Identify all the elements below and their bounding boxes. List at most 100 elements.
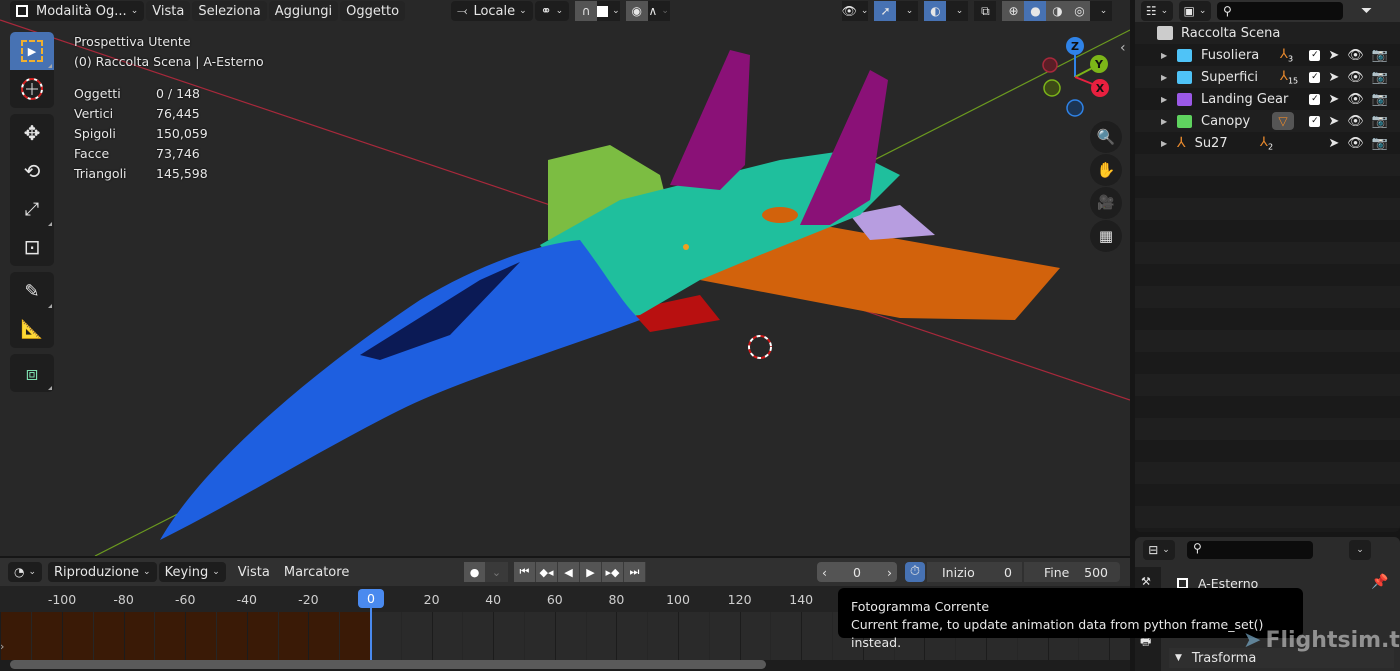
- auto-keying-dropdown[interactable]: ⌄: [486, 562, 508, 582]
- menu-oggetto[interactable]: Oggetto: [340, 1, 406, 21]
- visibility-eye-icon[interactable]: 👁: [1347, 48, 1364, 63]
- ortho-toggle-button[interactable]: ▦: [1090, 220, 1122, 252]
- shading-solid[interactable]: ●: [1024, 1, 1047, 21]
- pin-icon[interactable]: 📌: [1371, 574, 1388, 590]
- display-mode-dropdown[interactable]: ☷ ⌄: [1141, 1, 1173, 21]
- selectable-arrow-icon[interactable]: ➤: [1328, 136, 1339, 151]
- select-box-tool[interactable]: ▶: [10, 32, 54, 70]
- overlays-dropdown[interactable]: ⌄: [946, 1, 969, 21]
- expand-triangle-icon[interactable]: ▶: [1161, 117, 1173, 126]
- exclude-checkbox[interactable]: ✓: [1309, 115, 1321, 127]
- render-camera-icon[interactable]: 📷: [1372, 92, 1388, 107]
- prev-keyframe-button[interactable]: ◆◂: [536, 562, 558, 582]
- snap-toggle[interactable]: ∩: [575, 1, 598, 21]
- menu-vista[interactable]: Vista: [146, 1, 191, 21]
- menu-riproduzione[interactable]: Riproduzione ⌄: [48, 562, 157, 582]
- editor-type-dropdown[interactable]: ⊟ ⌄: [1143, 540, 1175, 560]
- selectable-arrow-icon[interactable]: ➤: [1328, 92, 1339, 107]
- scale-tool[interactable]: ⤢: [10, 190, 54, 228]
- mode-selector[interactable]: Modalità Og... ⌄: [10, 1, 145, 21]
- gizmo-toggle[interactable]: ➚: [874, 1, 897, 21]
- transform-tool[interactable]: ⊡: [10, 228, 54, 266]
- start-frame-field[interactable]: Inizio 0: [927, 562, 1022, 582]
- next-keyframe-button[interactable]: ▸◆: [602, 562, 624, 582]
- visibility-eye-icon[interactable]: 👁: [1347, 114, 1364, 129]
- navigation-gizmo[interactable]: Z Y X: [1030, 30, 1130, 130]
- exclude-checkbox[interactable]: ✓: [1309, 93, 1321, 105]
- falloff-dropdown[interactable]: ∧ ⌄: [647, 1, 670, 21]
- menu-vista-timeline[interactable]: Vista: [232, 562, 276, 582]
- selectable-arrow-icon[interactable]: ➤: [1328, 70, 1339, 85]
- visibility-dropdown[interactable]: 👁 ⌄: [841, 1, 869, 21]
- mesh-data-icon[interactable]: ▽: [1272, 112, 1294, 130]
- expand-triangle-icon[interactable]: ▶: [1161, 139, 1173, 148]
- decrement-icon[interactable]: ‹: [822, 565, 827, 580]
- proportional-edit-toggle[interactable]: ◉: [625, 1, 648, 21]
- visibility-eye-icon[interactable]: 👁: [1347, 136, 1364, 151]
- outliner-item[interactable]: ▶ Landing Gear ✓ ➤ 👁 📷: [1135, 88, 1400, 110]
- increment-icon[interactable]: ›: [887, 565, 892, 580]
- shading-dropdown[interactable]: ⌄: [1090, 1, 1113, 21]
- timeline-scrollbar[interactable]: [10, 660, 766, 669]
- shading-wireframe[interactable]: ⊕: [1002, 1, 1025, 21]
- selectable-arrow-icon[interactable]: ➤: [1328, 114, 1339, 129]
- outliner-search-input[interactable]: ⚲: [1217, 2, 1343, 20]
- render-camera-icon[interactable]: 📷: [1372, 114, 1388, 129]
- cursor-tool[interactable]: [10, 70, 54, 108]
- render-camera-icon[interactable]: 📷: [1372, 48, 1388, 63]
- zoom-view-button[interactable]: 🔍: [1090, 121, 1122, 153]
- outliner-item[interactable]: ▶ Canopy ▽ ✓ ➤ 👁 📷: [1135, 110, 1400, 132]
- sidebar-toggle-chevron-icon[interactable]: ‹: [1120, 40, 1126, 56]
- filter-type-dropdown[interactable]: ▣ ⌄: [1179, 1, 1211, 21]
- overlays-toggle[interactable]: ◐: [924, 1, 947, 21]
- xray-toggle[interactable]: ⧉: [974, 1, 997, 21]
- rotate-tool[interactable]: ⟲: [10, 152, 54, 190]
- gizmo-dropdown[interactable]: ⌄: [896, 1, 919, 21]
- pan-view-button[interactable]: ✋: [1090, 154, 1122, 186]
- outliner-item[interactable]: ▶ ⅄ Su27 ⅄2 ➤ 👁 📷: [1135, 132, 1400, 154]
- expand-triangle-icon[interactable]: ▶: [1161, 73, 1173, 82]
- move-tool[interactable]: ✥: [10, 114, 54, 152]
- snap-element-dropdown[interactable]: ⌄: [597, 1, 620, 21]
- jump-end-button[interactable]: ⏭: [624, 562, 646, 582]
- exclude-checkbox[interactable]: ✓: [1309, 49, 1321, 61]
- options-dropdown[interactable]: ⌄: [1349, 540, 1371, 560]
- measure-tool[interactable]: 📐: [10, 310, 54, 348]
- playhead-label[interactable]: 0: [358, 589, 384, 608]
- filter-funnel-icon[interactable]: ⏷: [1361, 3, 1372, 19]
- shading-rendered[interactable]: ◎: [1068, 1, 1091, 21]
- outliner-item[interactable]: ▶ Superfici ⅄15 ✓ ➤ 👁 📷: [1135, 66, 1400, 88]
- auto-keying-toggle[interactable]: ●: [464, 562, 486, 582]
- visibility-eye-icon[interactable]: 👁: [1347, 92, 1364, 107]
- render-camera-icon[interactable]: 📷: [1372, 136, 1388, 151]
- end-frame-field[interactable]: Fine 500: [1024, 562, 1120, 582]
- exclude-checkbox[interactable]: ✓: [1309, 71, 1321, 83]
- properties-search-input[interactable]: ⚲: [1187, 541, 1313, 559]
- outliner-root-collection[interactable]: Raccolta Scena: [1135, 22, 1400, 44]
- visibility-eye-icon[interactable]: 👁: [1347, 70, 1364, 85]
- selectable-arrow-icon[interactable]: ➤: [1328, 48, 1339, 63]
- pivot-point-dropdown[interactable]: ⚭ ⌄: [534, 1, 570, 21]
- timeline-editor-type[interactable]: ◔ ⌄: [8, 562, 42, 582]
- preview-range-toggle[interactable]: ⏱: [905, 562, 925, 582]
- outliner-item[interactable]: ▶ Fusoliera ⅄3 ✓ ➤ 👁 📷: [1135, 44, 1400, 66]
- menu-seleziona[interactable]: Seleziona: [192, 1, 267, 21]
- menu-marcatore[interactable]: Marcatore: [278, 562, 355, 582]
- menu-aggiungi[interactable]: Aggiungi: [268, 1, 339, 21]
- transform-orientation-dropdown[interactable]: ⤙ Locale ⌄: [451, 1, 533, 21]
- menu-keying[interactable]: Keying ⌄: [158, 562, 226, 582]
- current-frame-field[interactable]: ‹ 0 ›: [817, 562, 897, 582]
- expand-triangle-icon[interactable]: ▶: [1161, 51, 1173, 60]
- play-reverse-button[interactable]: ◀: [558, 562, 580, 582]
- add-cube-tool[interactable]: ⧈: [10, 354, 54, 392]
- shading-material[interactable]: ◑: [1046, 1, 1069, 21]
- 3d-viewport[interactable]: Modalità Og... ⌄ Vista Seleziona Aggiungi…: [0, 0, 1130, 556]
- camera-view-button[interactable]: 🎥: [1090, 187, 1122, 219]
- expand-region-chevron-icon[interactable]: ›: [0, 640, 4, 653]
- annotate-tool[interactable]: ✎: [10, 272, 54, 310]
- render-camera-icon[interactable]: 📷: [1372, 70, 1388, 85]
- jump-start-button[interactable]: ⏮: [514, 562, 536, 582]
- expand-triangle-icon[interactable]: ▶: [1161, 95, 1173, 104]
- play-button[interactable]: ▶: [580, 562, 602, 582]
- playhead-line[interactable]: [370, 608, 372, 660]
